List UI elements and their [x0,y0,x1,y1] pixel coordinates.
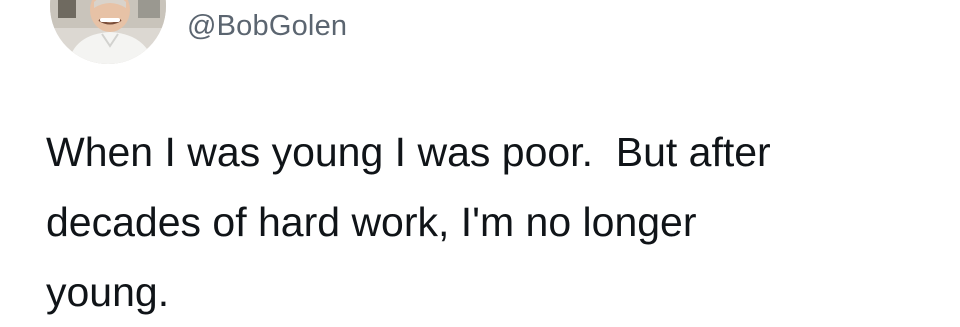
tweet-text-line: young. [46,269,170,315]
avatar[interactable] [50,0,166,64]
tweet-text-line: decades of hard work, I'm no longer [46,199,697,245]
profile-photo-icon [50,0,166,64]
user-handle[interactable]: @BobGolen [187,8,347,44]
tweet-text-line: When I was young I was poor. But after [46,129,771,175]
tweet-card: @BobGolen When I was young I was poor. B… [0,0,960,320]
tweet-text: When I was young I was poor. But after d… [46,117,926,327]
